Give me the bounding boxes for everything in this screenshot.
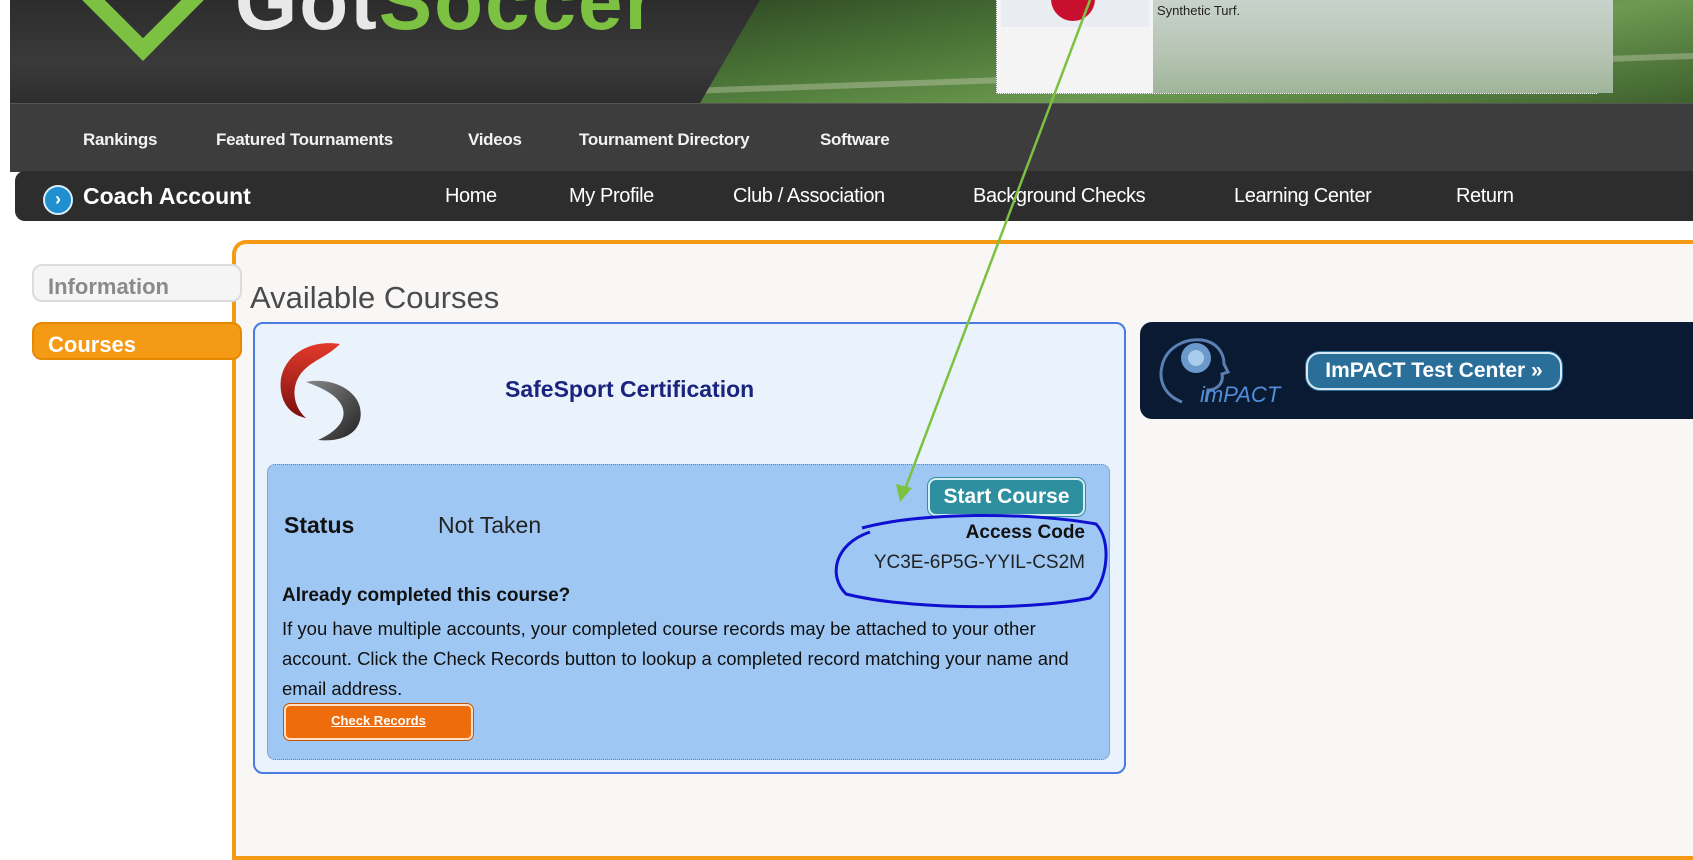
top-nav: Rankings Featured Tournaments Videos Tou… — [10, 103, 1693, 172]
impact-test-center-button[interactable]: ImPACT Test Center » — [1306, 352, 1562, 390]
tab-courses[interactable]: Courses — [32, 322, 242, 360]
nav-featured-tournaments[interactable]: Featured Tournaments — [216, 130, 393, 150]
advertisement[interactable]: Synthetic Turf. — [996, 0, 1613, 94]
ball-icon — [1051, 0, 1095, 21]
ad-image — [1001, 0, 1149, 27]
ad-text: Synthetic Turf. — [1157, 3, 1241, 18]
status-value: Not Taken — [438, 512, 542, 538]
chevron-right-circle-icon: › — [43, 185, 73, 215]
account-nav-club-association[interactable]: Club / Association — [733, 185, 885, 208]
check-records-button[interactable]: Check Records — [284, 704, 473, 740]
safesport-logo-icon — [280, 343, 361, 441]
already-completed-heading: Already completed this course? — [282, 585, 571, 606]
account-bar-title: Coach Account — [83, 183, 251, 209]
status-label: Status — [284, 512, 355, 538]
logo-chevron-icon — [75, 0, 211, 61]
nav-software[interactable]: Software — [820, 130, 890, 150]
access-code-label: Access Code — [965, 522, 1085, 543]
nav-videos[interactable]: Videos — [468, 130, 522, 150]
start-course-button[interactable]: Start Course — [928, 478, 1085, 516]
account-nav-my-profile[interactable]: My Profile — [569, 185, 654, 208]
tab-information[interactable]: Information — [32, 264, 242, 302]
account-nav-background-checks[interactable]: Background Checks — [973, 185, 1146, 208]
impact-logo-text: imPACT — [1200, 382, 1281, 407]
nav-rankings[interactable]: Rankings — [83, 130, 157, 150]
account-nav-learning-center[interactable]: Learning Center — [1234, 185, 1372, 208]
account-nav-home[interactable]: Home — [445, 185, 497, 208]
check-records-description: If you have multiple accounts, your comp… — [282, 618, 1069, 699]
course-title: SafeSport Certification — [505, 376, 755, 402]
page-title: Available Courses — [250, 280, 500, 315]
account-bar: › Coach Account Home My Profile Club / A… — [15, 171, 1693, 221]
nav-tournament-directory[interactable]: Tournament Directory — [579, 130, 750, 150]
account-nav-return[interactable]: Return — [1456, 185, 1514, 208]
site-logo[interactable]: GotSoccer — [235, 0, 658, 48]
access-code-value: YC3E-6P5G-YYIL-CS2M — [873, 552, 1085, 573]
